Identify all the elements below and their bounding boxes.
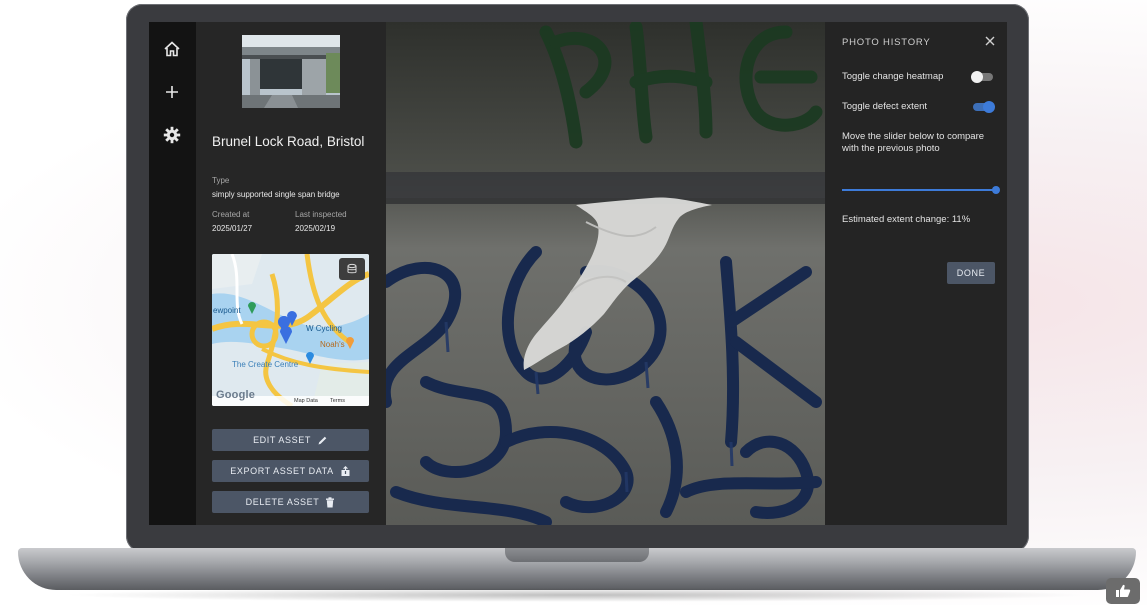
- asset-map[interactable]: ewpoint W Cycling Noah's The Create Cent…: [212, 254, 369, 406]
- defect-toggle-label: Toggle defect extent: [842, 101, 928, 112]
- home-button[interactable]: [159, 36, 185, 62]
- map-label-cycling: W Cycling: [306, 324, 343, 333]
- inspected-value: 2025/02/19: [295, 224, 336, 233]
- asset-panel: Brunel Lock Road, Bristol Type simply su…: [196, 22, 386, 525]
- asset-title: Brunel Lock Road, Bristol: [212, 134, 365, 149]
- created-value: 2025/01/27: [212, 224, 253, 233]
- heatmap-toggle-label: Toggle change heatmap: [842, 71, 944, 82]
- heatmap-toggle[interactable]: [971, 71, 995, 83]
- nav-rail: [149, 22, 196, 525]
- estimated-extent-change: Estimated extent change: 11%: [842, 214, 971, 225]
- delete-asset-label: DELETE ASSET: [245, 497, 320, 507]
- export-asset-button[interactable]: EXPORT ASSET DATA: [212, 460, 369, 482]
- map-label-viewpoint: ewpoint: [213, 306, 241, 315]
- plus-icon: [166, 86, 178, 98]
- gear-icon: [163, 126, 181, 144]
- photo-compare-slider[interactable]: [842, 184, 1000, 196]
- thumbs-up-icon: [1116, 584, 1131, 597]
- google-logo: Google: [216, 389, 256, 401]
- settings-button[interactable]: [159, 122, 185, 148]
- type-value: simply supported single span bridge: [212, 190, 340, 199]
- close-icon: [985, 36, 995, 46]
- photo-history-title: PHOTO HISTORY: [842, 37, 931, 48]
- thumbs-up-button[interactable]: [1106, 578, 1140, 604]
- edit-asset-label: EDIT ASSET: [253, 435, 311, 445]
- pencil-icon: [318, 436, 327, 444]
- home-icon: [164, 41, 180, 57]
- asset-thumbnail[interactable]: [242, 35, 340, 108]
- map-label-create-centre: The Create Centre: [232, 360, 299, 369]
- map-terms-link[interactable]: Terms: [330, 398, 345, 404]
- export-asset-label: EXPORT ASSET DATA: [230, 466, 334, 476]
- laptop-notch: [505, 548, 649, 562]
- edit-asset-button[interactable]: EDIT ASSET: [212, 429, 369, 451]
- slider-hint: Move the slider below to compare with th…: [842, 131, 985, 154]
- laptop-shadow: [60, 588, 1090, 602]
- layers-icon: [347, 263, 357, 274]
- slider-thumb[interactable]: [992, 186, 1000, 194]
- created-label: Created at: [212, 210, 250, 219]
- app-screen: Brunel Lock Road, Bristol Type simply su…: [149, 22, 1007, 525]
- export-icon: [341, 465, 350, 476]
- delete-asset-button[interactable]: DELETE ASSET: [212, 491, 369, 513]
- inspected-label: Last inspected: [295, 210, 347, 219]
- map-label-noahs: Noah's: [320, 340, 345, 349]
- inspection-photo[interactable]: [386, 22, 825, 525]
- trash-icon: [326, 496, 335, 507]
- defect-extent-toggle[interactable]: [971, 101, 995, 113]
- map-data-link[interactable]: Map Data: [294, 398, 318, 404]
- photo-history-panel: PHOTO HISTORY Toggle change heatmap Togg…: [825, 22, 1007, 525]
- add-asset-button[interactable]: [159, 79, 185, 105]
- map-layers-button[interactable]: [339, 258, 365, 280]
- type-label: Type: [212, 176, 230, 185]
- close-history-button[interactable]: [982, 33, 998, 49]
- done-button[interactable]: DONE: [947, 262, 995, 284]
